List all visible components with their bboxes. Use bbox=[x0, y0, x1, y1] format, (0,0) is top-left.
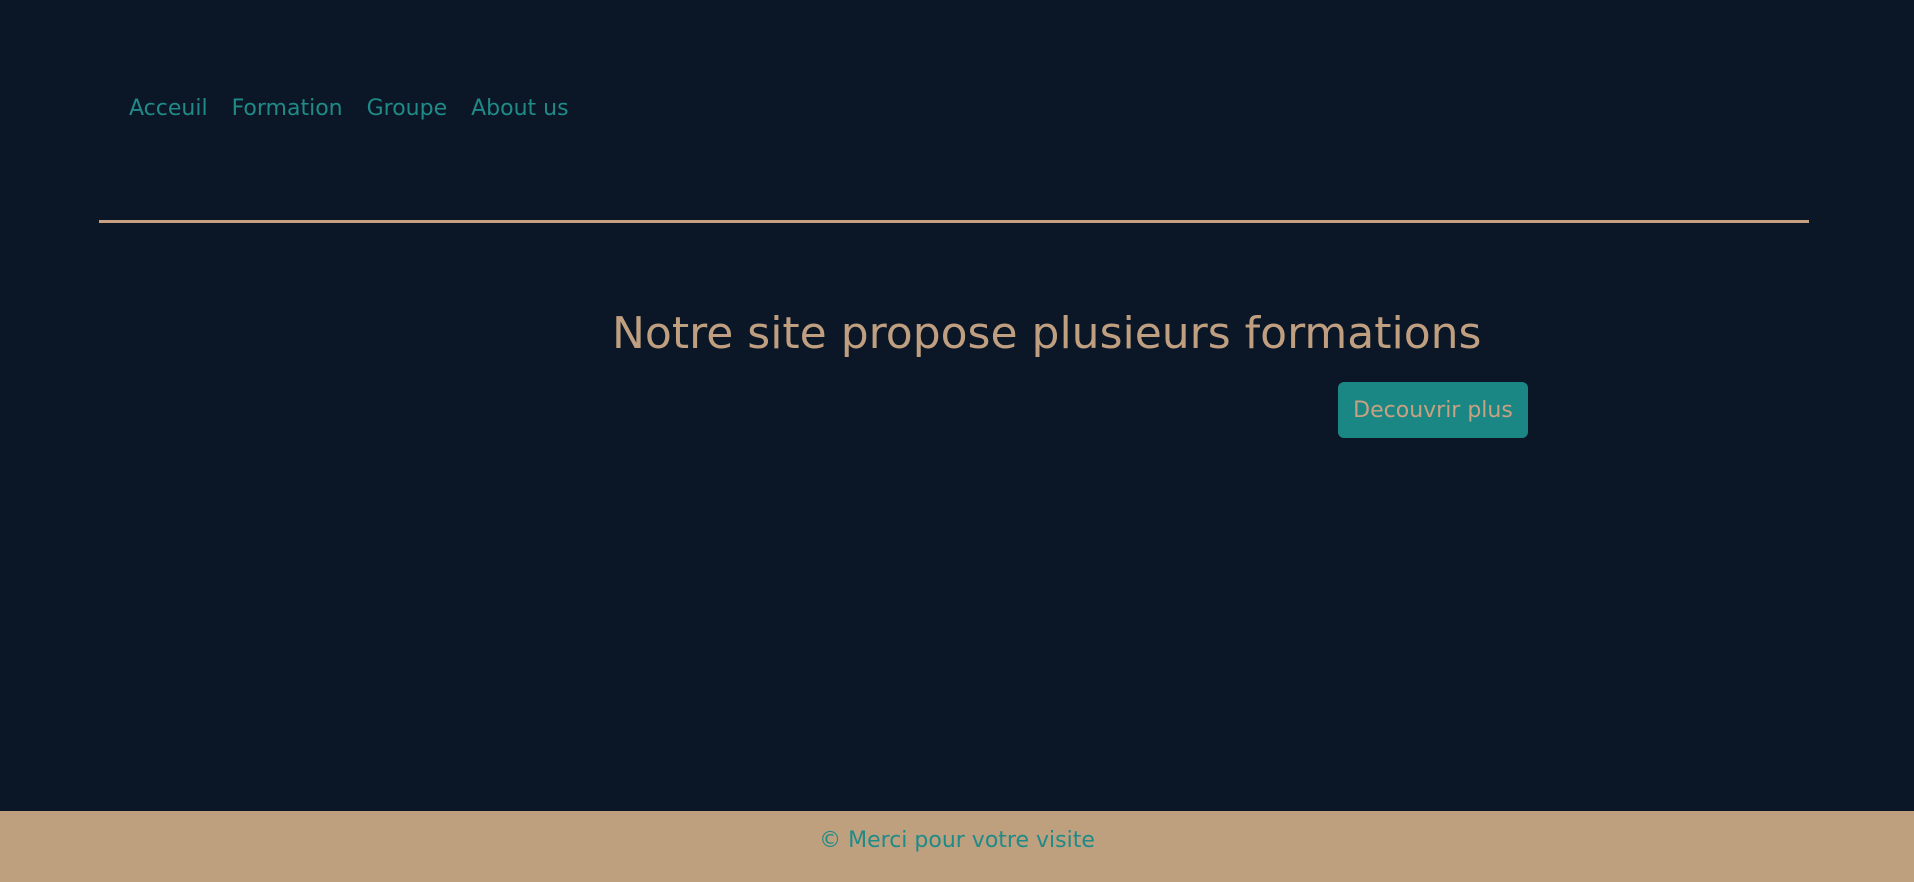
main-nav: Acceuil Formation Groupe About us bbox=[129, 92, 569, 126]
footer: © Merci pour votre visite bbox=[0, 811, 1914, 882]
page-title: Notre site propose plusieurs formations bbox=[612, 308, 1482, 359]
footer-text: © Merci pour votre visite bbox=[819, 827, 1095, 853]
nav-link-groupe[interactable]: Groupe bbox=[367, 92, 448, 126]
nav-link-acceuil[interactable]: Acceuil bbox=[129, 92, 208, 126]
nav-link-formation[interactable]: Formation bbox=[232, 92, 343, 126]
discover-more-button[interactable]: Decouvrir plus bbox=[1338, 382, 1528, 438]
header-divider bbox=[99, 220, 1809, 223]
nav-link-about-us[interactable]: About us bbox=[471, 92, 568, 126]
